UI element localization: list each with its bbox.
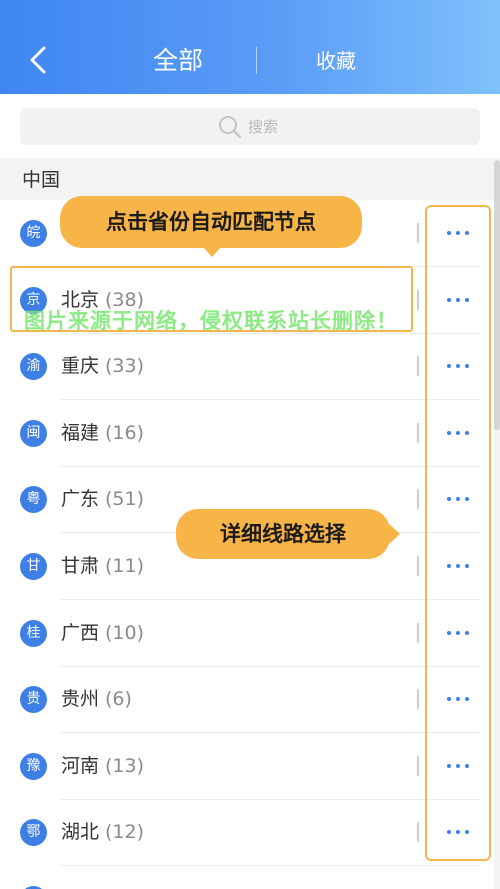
row-separator — [417, 356, 419, 376]
search-input[interactable]: 搜索 — [20, 108, 480, 145]
search-icon — [219, 116, 242, 139]
province-name: 广东 — [61, 488, 100, 510]
province-name: 河南 — [61, 755, 100, 777]
route-select-callout: 详细线路选择 — [176, 509, 390, 559]
callout-pointer — [203, 247, 221, 257]
province-badge: 桂 — [20, 620, 47, 647]
province-badge: 皖 — [20, 220, 47, 247]
province-name: 甘肃 — [61, 555, 100, 577]
top-bar: 全部 收藏 — [0, 0, 500, 94]
province-badge: 闽 — [20, 420, 47, 447]
tab-all[interactable]: 全部 — [128, 44, 228, 78]
node-count: (12) — [105, 821, 145, 843]
row-separator — [417, 489, 419, 509]
row-separator — [417, 423, 419, 443]
row-separator — [417, 689, 419, 709]
scrollbar[interactable] — [494, 158, 500, 889]
auto-match-callout: 点击省份自动匹配节点 — [60, 196, 362, 248]
node-count: (16) — [105, 422, 145, 444]
node-count: (51) — [105, 488, 145, 510]
tab-favorites[interactable]: 收藏 — [296, 46, 376, 76]
node-count: (10) — [105, 622, 145, 644]
section-header: 中国 — [0, 158, 500, 200]
node-count: (33) — [105, 355, 145, 377]
province-name: 福建 — [61, 422, 100, 444]
back-button[interactable] — [22, 40, 58, 80]
row-separator — [417, 556, 419, 576]
row-separator — [417, 223, 419, 243]
row-separator — [417, 822, 419, 842]
chevron-left-icon — [30, 46, 46, 74]
watermark-text: 图片来源于网络，侵权联系站长删除！ — [24, 309, 398, 333]
province-name: 湖北 — [61, 821, 100, 843]
row-separator — [417, 623, 419, 643]
province-badge: 鄂 — [20, 819, 47, 846]
province-badge: 豫 — [20, 753, 47, 780]
section-title: 中国 — [22, 169, 61, 191]
more-column-highlight — [425, 205, 491, 861]
callout-pointer — [389, 524, 400, 544]
province-row-partial[interactable] — [0, 866, 500, 889]
province-badge: 贵 — [20, 686, 47, 713]
province-badge: 粤 — [20, 486, 47, 513]
page: 全部 收藏 搜索 中国 皖 京 北京 (38) 渝 重庆 (33) 闽 福建 (… — [0, 0, 500, 889]
province-name: 重庆 — [61, 355, 100, 377]
node-count: (6) — [105, 688, 132, 710]
search-placeholder: 搜索 — [248, 118, 279, 136]
province-name: 贵州 — [61, 688, 100, 710]
scrollbar-thumb[interactable] — [494, 160, 500, 430]
row-separator — [417, 756, 419, 776]
province-badge: 甘 — [20, 553, 47, 580]
node-count: (13) — [105, 755, 145, 777]
province-name: 广西 — [61, 622, 100, 644]
province-badge: 渝 — [20, 353, 47, 380]
tab-divider — [256, 47, 257, 74]
row-separator — [417, 290, 419, 310]
node-count: (11) — [105, 555, 145, 577]
search-bar: 搜索 — [0, 94, 500, 158]
